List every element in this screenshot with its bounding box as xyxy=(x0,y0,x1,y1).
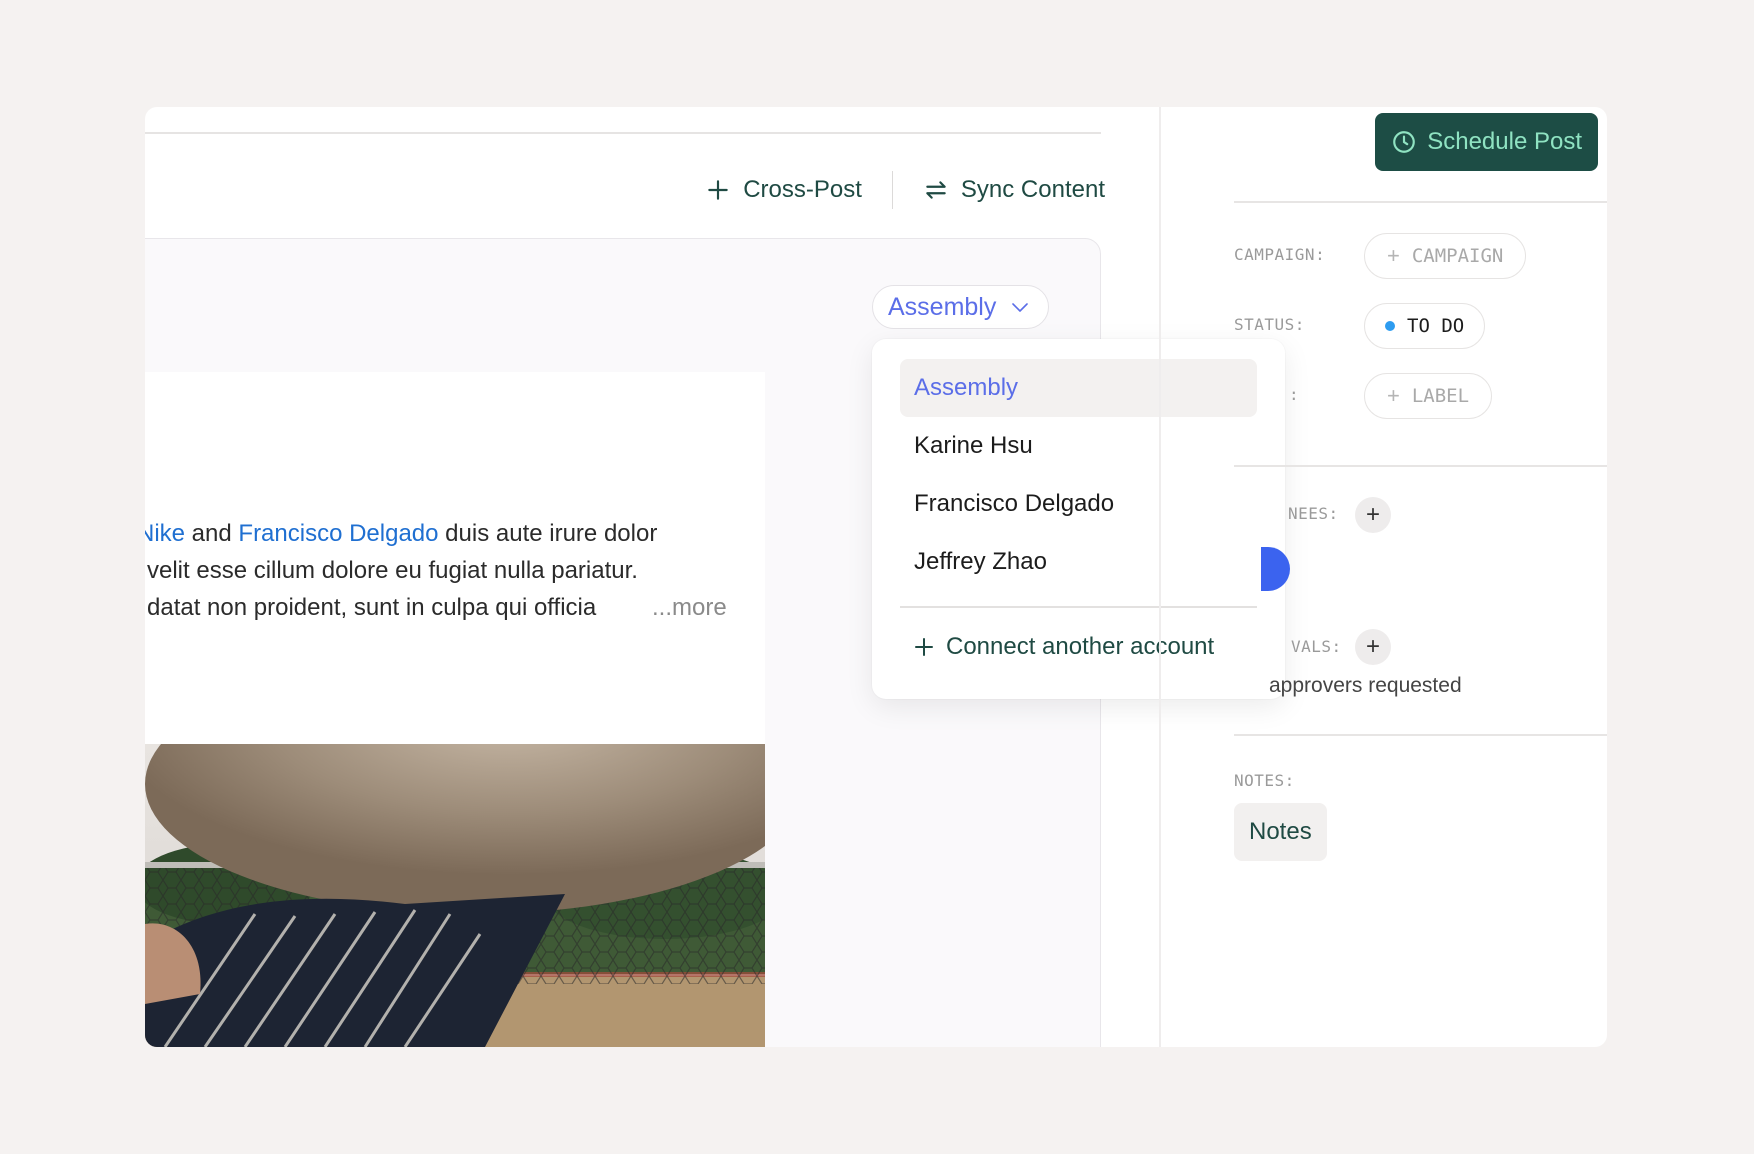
app-window: Cross-Post Sync Content Nike and Francis… xyxy=(145,107,1607,1047)
add-campaign-button[interactable]: + CAMPAIGN xyxy=(1364,233,1527,279)
read-more-link[interactable]: ...more xyxy=(652,594,727,621)
add-label-label: LABEL xyxy=(1411,385,1470,407)
plus-icon xyxy=(915,638,933,656)
add-assignee-button[interactable]: + xyxy=(1355,497,1391,533)
add-campaign-label: CAMPAIGN xyxy=(1411,245,1504,267)
sidebar-divider xyxy=(1234,465,1607,467)
clock-icon xyxy=(1393,131,1416,153)
approvers-status-text: approvers requested xyxy=(1269,674,1462,697)
assignees-label: NEES: xyxy=(1288,504,1339,523)
chevron-down-icon xyxy=(1012,303,1029,312)
caption-line-1: Nike and Francisco Delgado duis aute iru… xyxy=(145,515,765,552)
sync-arrows-icon xyxy=(926,181,946,199)
caption-line-3: datat non proident, sunt in culpa qui of… xyxy=(147,589,765,626)
stage: Cross-Post Sync Content Nike and Francis… xyxy=(0,0,1754,1154)
post-image xyxy=(145,744,765,1047)
editor-toolbar: Cross-Post Sync Content xyxy=(675,165,1105,215)
account-select-value: Assembly xyxy=(888,292,997,321)
post-preview-card: Nike and Francisco Delgado duis aute iru… xyxy=(145,372,765,1047)
status-badge[interactable]: TO DO xyxy=(1364,303,1486,349)
avatar[interactable] xyxy=(1261,547,1290,591)
photo-illustration xyxy=(145,744,765,1047)
schedule-post-label: Schedule Post xyxy=(1427,128,1582,155)
schedule-post-button[interactable]: Schedule Post xyxy=(1375,113,1598,171)
post-details-sidebar: Schedule Post CAMPAIGN: + CAMPAIGN STATU… xyxy=(1161,107,1607,1047)
notes-label: NOTES: xyxy=(1234,771,1295,790)
sidebar-divider xyxy=(1234,734,1607,736)
cross-post-label: Cross-Post xyxy=(743,176,862,203)
status-label: STATUS: xyxy=(1234,315,1305,334)
caption-line-2: velit esse cillum dolore eu fugiat nulla… xyxy=(147,557,638,584)
top-divider xyxy=(145,132,1101,134)
editor-panel: Cross-Post Sync Content Nike and Francis… xyxy=(145,107,1285,1047)
campaign-label: CAMPAIGN: xyxy=(1234,245,1326,264)
plus-icon: + xyxy=(1387,383,1400,408)
cross-post-button[interactable]: Cross-Post xyxy=(675,176,892,204)
mention-link[interactable]: Francisco Delgado xyxy=(238,520,438,547)
labels-label: : xyxy=(1289,385,1300,404)
caption-text: datat non proident, sunt in culpa qui of… xyxy=(147,594,597,621)
plus-icon xyxy=(708,180,728,200)
plus-icon: + xyxy=(1365,501,1380,528)
sync-content-label: Sync Content xyxy=(960,176,1105,203)
post-caption: Nike and Francisco Delgado duis aute iru… xyxy=(145,515,765,626)
status-value: TO DO xyxy=(1407,315,1465,337)
sidebar-divider xyxy=(1234,201,1607,203)
plus-icon: + xyxy=(1387,243,1400,268)
add-label-button[interactable]: + LABEL xyxy=(1364,373,1493,419)
approvals-label: VALS: xyxy=(1291,637,1342,656)
account-select[interactable]: Assembly xyxy=(872,285,1050,329)
caption-text: and xyxy=(185,520,239,547)
notes-button[interactable]: Notes xyxy=(1234,803,1327,861)
add-approver-button[interactable]: + xyxy=(1355,629,1391,665)
caption-text: duis aute irure dolor xyxy=(438,520,658,547)
status-dot-icon xyxy=(1385,321,1395,331)
mention-link[interactable]: Nike xyxy=(145,520,185,547)
plus-icon: + xyxy=(1365,633,1380,660)
sync-content-button[interactable]: Sync Content xyxy=(893,176,1105,204)
